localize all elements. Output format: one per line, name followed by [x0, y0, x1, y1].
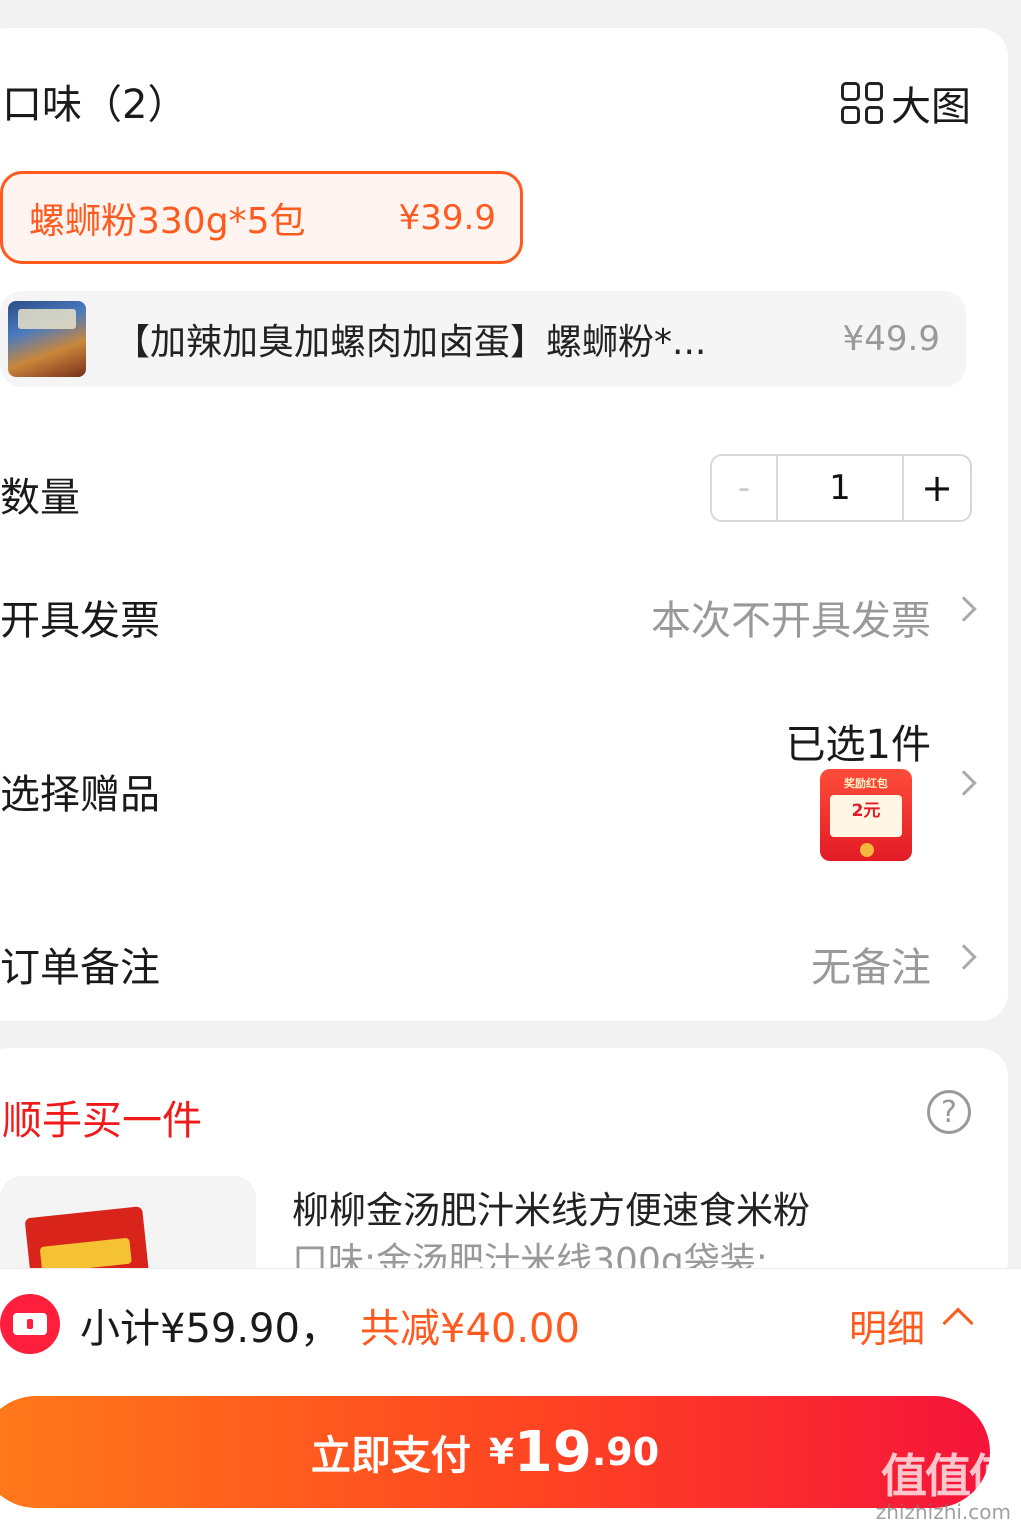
gift-card-title: 奖励红包 [844, 777, 888, 790]
help-icon[interactable]: ? [927, 1090, 971, 1134]
invoice-value[interactable]: 本次不开具发票 [651, 588, 931, 646]
grid-icon [841, 82, 883, 124]
coupon-icon [0, 1294, 60, 1354]
flavor-option-selected[interactable]: 螺蛳粉330g*5包 ¥39.9 [0, 171, 523, 264]
discount-text: 共减¥40.00 [360, 1306, 580, 1352]
gift-card-amount: 2元 [830, 795, 902, 837]
addon-title: 顺手买一件 [2, 1098, 202, 1144]
addon-product-name[interactable]: 柳柳金汤肥汁米线方便速食米粉 [292, 1180, 810, 1234]
flavor-option-thumbnail [8, 301, 86, 377]
big-picture-toggle[interactable]: 大图 [841, 74, 971, 132]
subtotal-text: 小计¥59.90， [80, 1306, 340, 1352]
coin-icon [860, 843, 874, 857]
flavor-title: 口味（2） [2, 82, 188, 128]
quantity-plus-button[interactable]: + [904, 456, 970, 520]
red-packet-gift-image[interactable]: 奖励红包 2元 [820, 769, 912, 861]
pay-button-label: 立即支付 [310, 1433, 471, 1479]
quantity-label: 数量 [0, 475, 80, 521]
flavor-option[interactable]: 【加辣加臭加螺肉加卤蛋】螺蛳粉*... ¥49.9 [0, 291, 966, 387]
flavor-option-price: ¥49.9 [842, 319, 940, 359]
big-picture-label: 大图 [891, 84, 971, 130]
flavor-option-name: 【加辣加臭加螺肉加卤蛋】螺蛳粉*... [114, 322, 707, 363]
order-note-value[interactable]: 无备注 [811, 935, 931, 993]
pay-currency: ¥ [488, 1431, 514, 1473]
detail-link[interactable]: 明细 [849, 1298, 925, 1353]
order-note-label: 订单备注 [0, 945, 160, 991]
flavor-option-name: 螺蛳粉330g*5包 [29, 200, 306, 242]
flavor-option-price: ¥39.9 [398, 197, 496, 238]
pay-now-button[interactable]: 立即支付 ¥ 19 .90 [0, 1396, 990, 1508]
quantity-stepper: - 1 + [710, 454, 972, 522]
gift-label: 选择赠品 [0, 772, 160, 818]
pay-amount-integer: 19 [513, 1419, 592, 1485]
gift-count[interactable]: 已选1件 [786, 712, 931, 770]
invoice-label: 开具发票 [0, 598, 160, 644]
quantity-minus-button[interactable]: - [712, 456, 778, 520]
watermark-site: zhizhizhi.com [875, 1500, 1011, 1524]
pay-amount-decimal: .90 [591, 1430, 660, 1474]
watermark-logo: 值值值 [881, 1449, 1015, 1503]
quantity-value[interactable]: 1 [778, 456, 904, 520]
